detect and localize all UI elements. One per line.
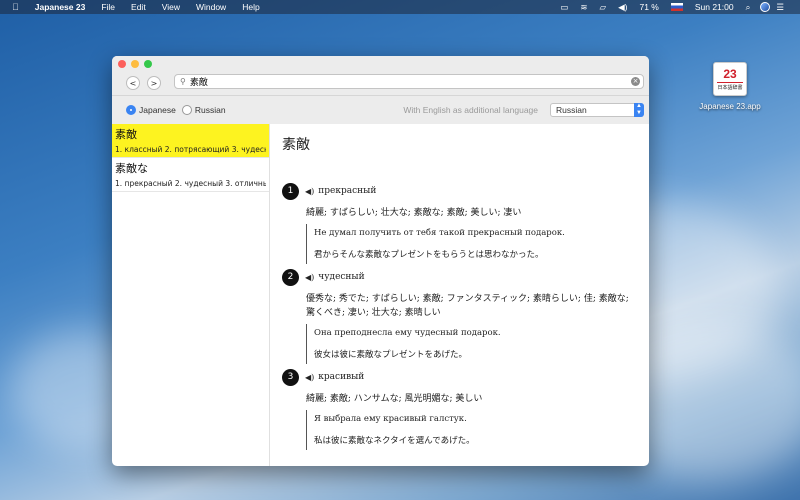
menu-view[interactable]: View: [154, 0, 188, 14]
speaker-icon[interactable]: ◀): [305, 273, 314, 282]
menu-help[interactable]: Help: [234, 0, 267, 14]
zoom-window-button[interactable]: [144, 60, 152, 68]
language-options-bar: Japanese Russian With English as additio…: [112, 96, 649, 124]
sense-number: 2: [282, 268, 299, 286]
menu-bar:  Japanese 23 File Edit View Window Help…: [0, 0, 800, 14]
entry-word: 素敵: [115, 128, 137, 141]
sense-block: 3 ◀) красивый 綺麗; 素敵; ハンサムな; 風光明媚な; 美しい …: [282, 368, 639, 450]
synonyms: 優秀な; 秀でた; すばらしい; 素敵; ファンタスティック; 素晴らしい; 佳…: [306, 294, 629, 318]
radio-russian[interactable]: [181, 105, 192, 115]
sense-translation: красивый: [318, 372, 365, 382]
sense-number: 3: [282, 368, 299, 386]
additional-language-select[interactable]: Russian ▲ ▼: [550, 103, 644, 117]
sense-translation: прекрасный: [318, 186, 377, 196]
example-japanese: 彼女は彼に素敵なプレゼントをあげた。: [314, 350, 468, 360]
headword: 素敵: [282, 137, 310, 153]
clock[interactable]: Sun 21:00: [689, 2, 740, 12]
dictionary-app-icon: 23 日本語辞書: [713, 62, 747, 96]
speaker-icon[interactable]: ◀): [305, 373, 314, 382]
volume-icon[interactable]: ◀): [612, 2, 633, 13]
menu-window[interactable]: Window: [188, 0, 234, 14]
title-bar: < > ⚲ 素敵 ×: [112, 56, 649, 96]
results-sidebar: 素敵 1. классный 2. потрясающий 3. чудесны…: [112, 124, 270, 466]
example-russian: Я выбрала ему красивый галстук.: [314, 414, 467, 424]
app-icon-caption: 日本語辞書: [717, 81, 743, 91]
search-value[interactable]: 素敵: [190, 75, 631, 88]
sense-number: 1: [282, 182, 299, 200]
forward-button[interactable]: >: [147, 76, 161, 90]
back-button[interactable]: <: [126, 76, 140, 90]
wifi-icon[interactable]: ≋: [574, 2, 593, 13]
notification-center-icon[interactable]: ☰: [770, 2, 790, 13]
menu-file[interactable]: File: [93, 0, 123, 14]
spotlight-search-icon[interactable]: ⌕: [740, 2, 757, 13]
definition-pane: 素敵 1 ◀) прекрасный 綺麗; すばらしい; 壮大な; 素敵な; …: [270, 124, 649, 466]
radio-russian-label[interactable]: Russian: [195, 105, 226, 115]
apple-menu-icon[interactable]: : [0, 2, 27, 12]
list-item[interactable]: 素敵な 1. прекрасный 2. чудесный 3. отличны…: [112, 158, 269, 192]
select-value: Russian: [556, 105, 587, 115]
sense-block: 1 ◀) прекрасный 綺麗; すばらしい; 壮大な; 素敵な; 素敵;…: [282, 182, 639, 264]
synonyms: 綺麗; 素敵; ハンサムな; 風光明媚な; 美しい: [306, 394, 483, 404]
menu-app-name[interactable]: Japanese 23: [27, 0, 94, 14]
russian-flag-icon[interactable]: [670, 3, 683, 11]
additional-language-label: With English as additional language: [403, 105, 538, 115]
example-block: Не думал получить от тебя такой прекрасн…: [306, 224, 639, 264]
list-item[interactable]: 素敵 1. классный 2. потрясающий 3. чудесны…: [112, 124, 269, 158]
user-avatar-icon[interactable]: [760, 2, 771, 12]
desktop-app-icon[interactable]: 23 日本語辞書 Japanese 23.app: [690, 62, 770, 111]
app-window: < > ⚲ 素敵 × Japanese Russian With English…: [112, 56, 649, 466]
clear-search-icon[interactable]: ×: [631, 77, 640, 86]
example-block: Она преподнесла ему чудесный подарок. 彼女…: [306, 324, 639, 364]
example-block: Я выбрала ему красивый галстук. 私は彼に素敵なネ…: [306, 410, 639, 450]
radio-japanese[interactable]: [126, 105, 136, 115]
example-japanese: 私は彼に素敵なネクタイを選んであげた。: [314, 436, 475, 446]
example-japanese: 君からそんな素敵なプレゼントをもらうとは思わなかった。: [314, 250, 544, 260]
example-russian: Не думал получить от тебя такой прекрасн…: [314, 228, 565, 238]
cast-icon[interactable]: ▭: [554, 2, 574, 13]
sense-block: 2 ◀) чудесный 優秀な; 秀でた; すばらしい; 素敵; ファンタス…: [282, 268, 639, 364]
app-icon-number: 23: [723, 66, 737, 81]
chevron-updown-icon: ▲ ▼: [634, 103, 644, 117]
search-input[interactable]: ⚲ 素敵 ×: [174, 74, 644, 89]
airplay-icon[interactable]: ▱: [594, 2, 613, 13]
entry-gloss: 1. классный 2. потрясающий 3. чудесный: [115, 145, 266, 154]
close-window-button[interactable]: [118, 60, 126, 68]
radio-japanese-label[interactable]: Japanese: [139, 105, 176, 115]
minimize-window-button[interactable]: [131, 60, 139, 68]
desktop-icon-label: Japanese 23.app: [699, 102, 761, 111]
menu-edit[interactable]: Edit: [123, 0, 154, 14]
example-russian: Она преподнесла ему чудесный подарок.: [314, 328, 501, 338]
battery-status[interactable]: 71 %: [633, 2, 664, 12]
search-icon: ⚲: [180, 77, 186, 86]
speaker-icon[interactable]: ◀): [305, 187, 314, 196]
entry-word: 素敵な: [115, 162, 148, 175]
sense-translation: чудесный: [318, 272, 365, 282]
entry-gloss: 1. прекрасный 2. чудесный 3. отличный: [115, 179, 266, 188]
synonyms: 綺麗; すばらしい; 壮大な; 素敵な; 素敵; 美しい; 凄い: [306, 208, 522, 218]
